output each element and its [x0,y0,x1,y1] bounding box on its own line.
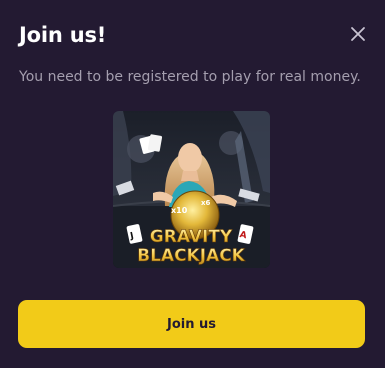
multiplier-badge-x10: x10 [171,206,188,215]
dialog-title: Join us! [19,23,107,47]
game-title-line2: BLACKJACK [137,246,246,266]
registration-message: You need to be registered to play for re… [19,69,361,85]
join-us-button[interactable]: Join us [18,300,365,348]
game-thumbnail[interactable]: x10 x6 J A GRAVITY BLACKJACK [113,111,270,268]
join-us-dialog: Join us! You need to be registered to pl… [0,0,385,368]
game-title-line1: GRAVITY [150,227,233,247]
close-icon[interactable] [350,26,366,42]
multiplier-badge-x6: x6 [201,199,211,207]
